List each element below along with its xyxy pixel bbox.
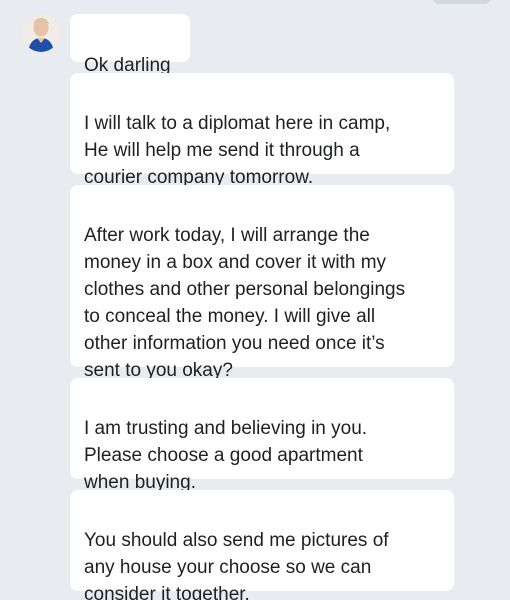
message-bubble[interactable]: After work today, I will arrange the mon… [70,185,454,381]
message-text: You should also send me pictures of any … [84,530,389,600]
message-bubble[interactable]: You should also send me pictures of any … [70,490,454,600]
profile-photo-icon [22,14,60,52]
message-text: I am trusting and believing in you. Plea… [84,418,368,493]
message-text: After work today, I will arrange the mon… [84,225,406,381]
message-bubble[interactable]: I am trusting and believing in you. Plea… [70,378,454,493]
sender-avatar[interactable] [22,14,60,52]
message-bubble[interactable]: Ok darling [70,14,190,76]
message-text: I will talk to a diplomat here in camp, … [84,113,391,188]
message-bubble[interactable]: I will talk to a diplomat here in camp, … [70,73,454,188]
previous-message-fragment [432,0,492,4]
chat-screen: Ok darling I will talk to a diplomat her… [0,0,510,600]
